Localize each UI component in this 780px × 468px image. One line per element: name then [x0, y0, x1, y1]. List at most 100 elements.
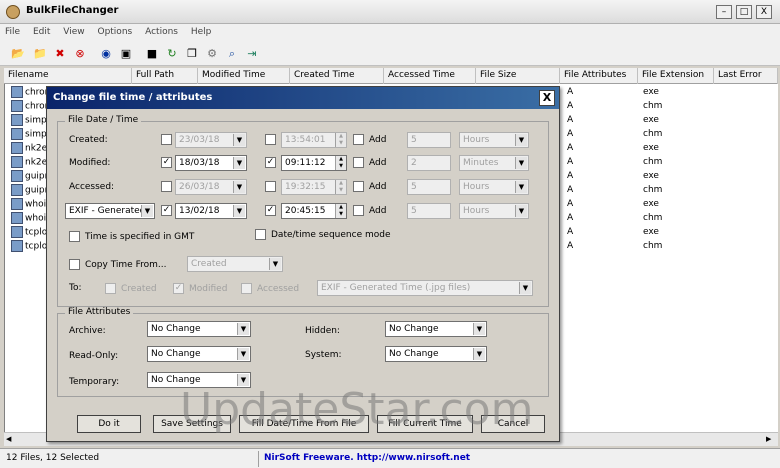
window-icon[interactable]: ▣ — [118, 46, 134, 62]
chevron-down-icon[interactable]: ▼ — [233, 181, 245, 193]
accessed-add-unit[interactable]: Hours ▼ — [459, 179, 529, 195]
spinner-icon[interactable]: ▲ ▼ — [335, 156, 346, 170]
change-time-icon[interactable]: ◉ — [98, 46, 114, 62]
created-add-unit[interactable]: Hours ▼ — [459, 132, 529, 148]
copy-from-checkbox[interactable] — [69, 259, 80, 270]
exif-type-select[interactable]: EXIF - Generated ▼ — [65, 203, 155, 219]
created-add-checkbox[interactable] — [353, 134, 364, 145]
col-modified-time[interactable]: Modified Time — [198, 68, 290, 84]
modified-date-field[interactable]: 18/03/18 ▼ — [175, 155, 247, 171]
to-exif-select[interactable]: EXIF - Generated Time (.jpg files) ▼ — [317, 280, 533, 296]
find-icon[interactable]: ⌕ — [224, 46, 240, 62]
status-credit-link[interactable]: NirSoft Freeware. http://www.nirsoft.net — [264, 453, 470, 463]
accessed-add-number[interactable]: 5 — [407, 179, 451, 195]
created-date-field[interactable]: 23/03/18 ▼ — [175, 132, 247, 148]
sequence-checkbox[interactable] — [255, 229, 266, 240]
chevron-down-icon[interactable]: ▼ — [233, 157, 245, 169]
col-filename[interactable]: Filename — [4, 68, 132, 84]
col-last-error[interactable]: Last Error — [714, 68, 778, 84]
spinner-icon[interactable]: ▲ ▼ — [335, 180, 346, 194]
menu-edit[interactable]: Edit — [28, 24, 55, 37]
created-add-number[interactable]: 5 — [407, 132, 451, 148]
chevron-down-icon[interactable]: ▼ — [237, 348, 249, 360]
chevron-down-icon[interactable]: ▼ — [269, 258, 281, 270]
do-it-button[interactable]: Do it — [77, 415, 141, 433]
exif-date-field[interactable]: 13/02/18 ▼ — [175, 203, 247, 219]
created-time-checkbox[interactable] — [265, 134, 276, 145]
properties-icon[interactable]: ⚙ — [204, 46, 220, 62]
chevron-down-icon[interactable]: ▼ — [141, 205, 153, 217]
copy-icon[interactable]: ❐ — [184, 46, 200, 62]
minimize-button[interactable]: – — [716, 5, 732, 19]
clear-icon[interactable]: ⊗ — [72, 46, 88, 62]
exit-icon[interactable]: ⇥ — [244, 46, 260, 62]
modified-add-number[interactable]: 2 — [407, 155, 451, 171]
col-created-time[interactable]: Created Time — [290, 68, 384, 84]
col-file-extension[interactable]: File Extension — [638, 68, 714, 84]
to-modified-checkbox[interactable]: ✓ — [173, 283, 184, 294]
cancel-button[interactable]: Cancel — [481, 415, 545, 433]
accessed-time-checkbox[interactable] — [265, 181, 276, 192]
chevron-down-icon[interactable]: ▼ — [237, 323, 249, 335]
created-time-field[interactable]: 13:54:01 ▲ ▼ — [281, 132, 347, 148]
exif-add-number[interactable]: 5 — [407, 203, 451, 219]
chevron-down-icon[interactable]: ▼ — [237, 374, 249, 386]
created-checkbox[interactable] — [161, 134, 172, 145]
gmt-checkbox[interactable] — [69, 231, 80, 242]
col-full-path[interactable]: Full Path — [132, 68, 198, 84]
modified-time-checkbox[interactable]: ✓ — [265, 157, 276, 168]
chevron-down-icon[interactable]: ▼ — [233, 134, 245, 146]
add-files-icon[interactable]: 📁 — [32, 46, 48, 62]
chevron-down-icon[interactable]: ▼ — [515, 205, 527, 217]
maximize-button[interactable]: □ — [736, 5, 752, 19]
chevron-down-icon[interactable]: ▼ — [233, 205, 245, 217]
save-settings-button[interactable]: Save Settings — [153, 415, 231, 433]
menu-options[interactable]: Options — [92, 24, 137, 37]
chevron-down-icon[interactable]: ▼ — [515, 181, 527, 193]
menu-actions[interactable]: Actions — [140, 24, 183, 37]
read-only-select[interactable]: No Change ▼ — [147, 346, 251, 362]
spinner-icon[interactable]: ▲ ▼ — [335, 204, 346, 218]
fill-current-time-button[interactable]: Fill Current Time — [377, 415, 473, 433]
modified-add-unit[interactable]: Minutes ▼ — [459, 155, 529, 171]
temporary-select[interactable]: No Change ▼ — [147, 372, 251, 388]
open-folder-icon[interactable]: 📂 — [10, 46, 26, 62]
dialog-close-button[interactable]: X — [539, 90, 555, 106]
modified-checkbox[interactable]: ✓ — [161, 157, 172, 168]
col-file-attributes[interactable]: File Attributes — [560, 68, 638, 84]
refresh-icon[interactable]: ↻ — [164, 46, 180, 62]
close-button[interactable]: X — [756, 5, 772, 19]
menu-view[interactable]: View — [58, 24, 89, 37]
chevron-down-icon[interactable]: ▼ — [473, 323, 485, 335]
modified-time-field[interactable]: 09:11:12 ▲ ▼ — [281, 155, 347, 171]
spinner-icon[interactable]: ▲ ▼ — [335, 133, 346, 147]
delete-icon[interactable]: ✖ — [52, 46, 68, 62]
to-accessed-checkbox[interactable] — [241, 283, 252, 294]
menu-help[interactable]: Help — [186, 24, 217, 37]
exif-checkbox[interactable]: ✓ — [161, 205, 172, 216]
chevron-down-icon[interactable]: ▼ — [515, 157, 527, 169]
archive-select[interactable]: No Change ▼ — [147, 321, 251, 337]
col-accessed-time[interactable]: Accessed Time — [384, 68, 476, 84]
copy-from-select[interactable]: Created ▼ — [187, 256, 283, 272]
save-icon[interactable]: ■ — [144, 46, 160, 62]
scroll-right-icon[interactable]: ▶ — [766, 435, 771, 443]
accessed-date-field[interactable]: 26/03/18 ▼ — [175, 179, 247, 195]
exif-time-checkbox[interactable]: ✓ — [265, 205, 276, 216]
accessed-add-checkbox[interactable] — [353, 181, 364, 192]
exif-add-unit[interactable]: Hours ▼ — [459, 203, 529, 219]
to-created-checkbox[interactable] — [105, 283, 116, 294]
exif-time-field[interactable]: 20:45:15 ▲ ▼ — [281, 203, 347, 219]
chevron-down-icon[interactable]: ▼ — [519, 282, 531, 294]
accessed-time-field[interactable]: 19:32:15 ▲ ▼ — [281, 179, 347, 195]
menu-file[interactable]: File — [0, 24, 25, 37]
hidden-select[interactable]: No Change ▼ — [385, 321, 487, 337]
chevron-down-icon[interactable]: ▼ — [473, 348, 485, 360]
scroll-left-icon[interactable]: ◀ — [6, 435, 11, 443]
fill-from-file-button[interactable]: Fill Date/Time From File — [239, 415, 369, 433]
col-file-size[interactable]: File Size — [476, 68, 560, 84]
exif-add-checkbox[interactable] — [353, 205, 364, 216]
chevron-down-icon[interactable]: ▼ — [515, 134, 527, 146]
accessed-checkbox[interactable] — [161, 181, 172, 192]
system-select[interactable]: No Change ▼ — [385, 346, 487, 362]
